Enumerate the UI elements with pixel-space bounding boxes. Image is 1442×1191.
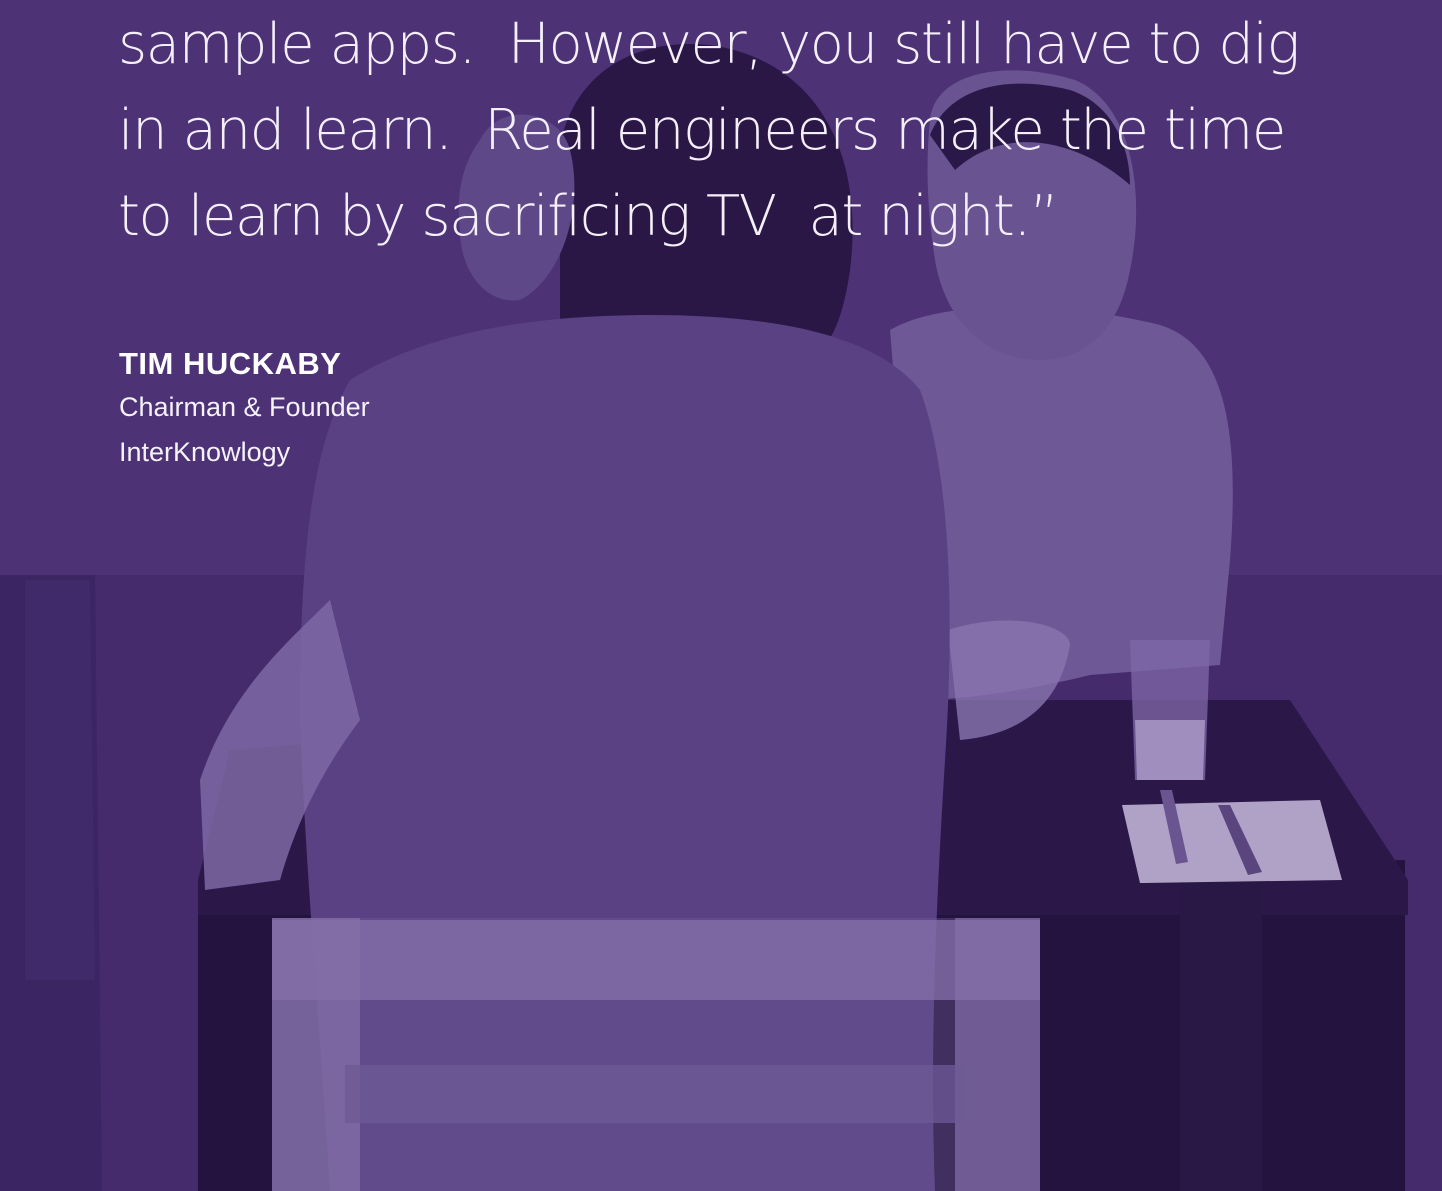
quote-page: sample apps. However, you still have to … — [0, 0, 1442, 1191]
testimonial-quote: sample apps. However, you still have to … — [118, 2, 1318, 260]
author-name: TIM HUCKABY — [119, 346, 342, 381]
quote-attribution: TIM HUCKABY Chairman & Founder InterKnow… — [119, 343, 370, 475]
quote-line: to learn by sacrificing TV at night.” — [118, 184, 1059, 249]
quote-line: in and learn. Real engineers make the ti… — [118, 98, 1286, 163]
author-company: InterKnowlogy — [119, 437, 291, 467]
author-title: Chairman & Founder — [119, 392, 370, 422]
quote-line: sample apps. However, you still have to … — [118, 12, 1300, 77]
